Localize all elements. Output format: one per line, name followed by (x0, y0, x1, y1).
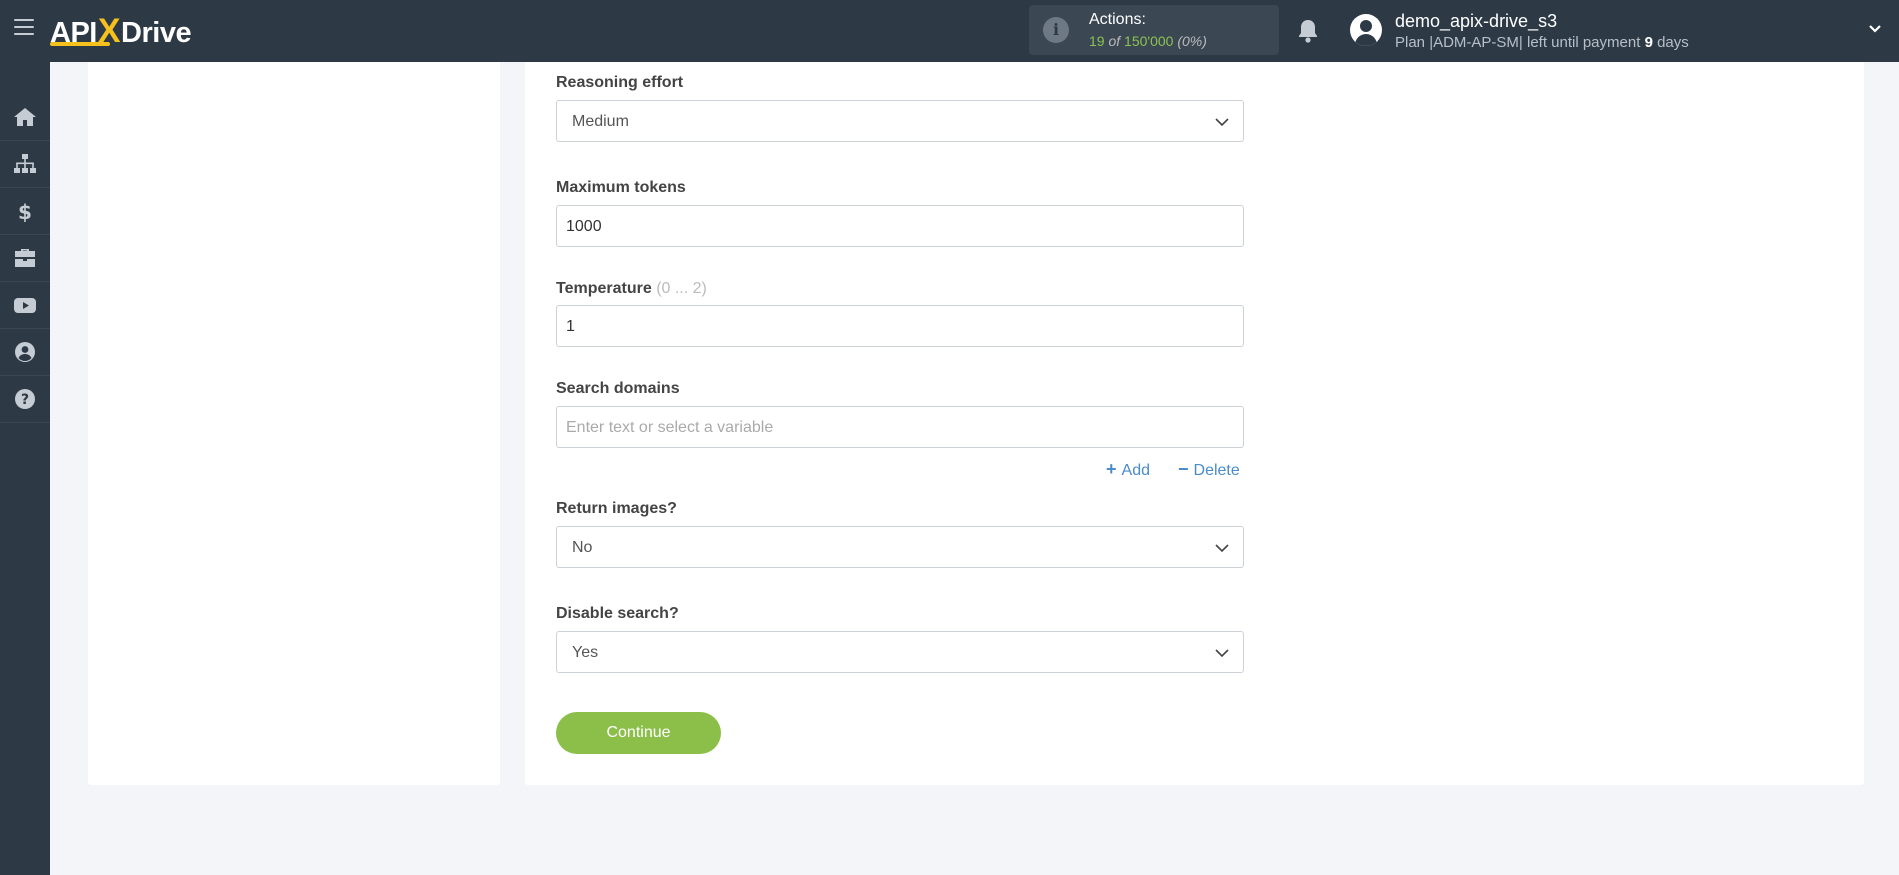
menu-icon[interactable] (14, 19, 34, 37)
search-domains-placeholder: Enter text or select a variable (566, 419, 774, 436)
disable-search-label: Disable search? (556, 605, 679, 622)
return-images-value: No (572, 539, 593, 556)
actions-of: of (1108, 33, 1121, 49)
delete-domain-button[interactable]: − Delete (1178, 459, 1240, 480)
svg-text:?: ? (21, 392, 29, 408)
search-domains-label: Search domains (556, 380, 680, 397)
disable-search-value: Yes (572, 644, 599, 661)
chevron-down-icon (1215, 544, 1229, 553)
return-images-select[interactable]: No (556, 526, 1244, 568)
sidebar: $ ? (0, 62, 50, 875)
actions-total: 150'000 (1124, 33, 1174, 49)
top-bar: API X Drive i Actions: 19 of 150'000 (0%) … (0, 0, 1899, 62)
temperature-input[interactable]: 1 (556, 305, 1244, 347)
avatar[interactable] (1350, 14, 1382, 46)
reasoning-effort-select[interactable]: Medium (556, 100, 1244, 142)
logo-part2: Drive (121, 17, 192, 49)
temperature-label-text: Temperature (556, 280, 652, 297)
add-label: Add (1121, 462, 1150, 479)
user-plan: Plan |ADM-AP-SM| left until payment 9 da… (1395, 34, 1689, 51)
help-icon: ? (15, 389, 35, 409)
return-images-label: Return images? (556, 500, 677, 517)
plan-days: 9 (1644, 34, 1653, 51)
sidebar-item-billing[interactable]: $ (0, 188, 50, 235)
temperature-label: Temperature (0 ... 2) (556, 280, 707, 298)
actions-used: 19 (1089, 33, 1105, 49)
dollar-icon: $ (18, 200, 32, 222)
svg-text:$: $ (18, 200, 32, 222)
actions-percent: (0%) (1177, 33, 1207, 49)
sitemap-icon (14, 154, 36, 173)
user-name[interactable]: demo_apix-drive_s3 (1395, 11, 1557, 32)
left-panel (88, 62, 500, 785)
user-circle-icon (15, 342, 35, 362)
chevron-down-icon (1215, 118, 1229, 127)
actions-count: 19 of 150'000 (0%) (1089, 33, 1207, 49)
sidebar-item-connections[interactable] (0, 141, 50, 188)
sidebar-item-help[interactable]: ? (0, 376, 50, 423)
video-icon (14, 298, 36, 313)
minus-icon: − (1178, 459, 1189, 479)
chevron-down-icon[interactable] (1868, 22, 1882, 36)
temperature-hint: (0 ... 2) (656, 280, 707, 297)
max-tokens-input[interactable]: 1000 (556, 205, 1244, 247)
home-icon (14, 108, 36, 126)
sidebar-item-home[interactable] (0, 94, 50, 141)
chevron-down-icon (1215, 649, 1229, 658)
plan-text: Plan |ADM-AP-SM| left until payment (1395, 34, 1641, 51)
reasoning-effort-value: Medium (572, 113, 629, 130)
bell-icon[interactable] (1296, 18, 1320, 44)
briefcase-icon (15, 249, 35, 267)
plan-days-suffix: days (1657, 34, 1689, 51)
max-tokens-label: Maximum tokens (556, 179, 686, 196)
continue-button[interactable]: Continue (556, 712, 721, 754)
info-icon: i (1043, 17, 1069, 43)
search-domains-input[interactable]: Enter text or select a variable (556, 406, 1244, 448)
reasoning-effort-label: Reasoning effort (556, 74, 684, 91)
actions-label: Actions: (1089, 11, 1146, 28)
actions-counter[interactable]: i Actions: 19 of 150'000 (0%) (1029, 5, 1279, 55)
add-domain-button[interactable]: + Add (1106, 459, 1150, 480)
max-tokens-value: 1000 (566, 218, 602, 235)
logo-underline (50, 42, 110, 46)
sidebar-item-services[interactable] (0, 235, 50, 282)
sidebar-item-account[interactable] (0, 329, 50, 376)
delete-label: Delete (1193, 462, 1240, 479)
sidebar-item-videos[interactable] (0, 282, 50, 329)
disable-search-select[interactable]: Yes (556, 631, 1244, 673)
plus-icon: + (1106, 459, 1117, 479)
temperature-value: 1 (566, 318, 575, 335)
